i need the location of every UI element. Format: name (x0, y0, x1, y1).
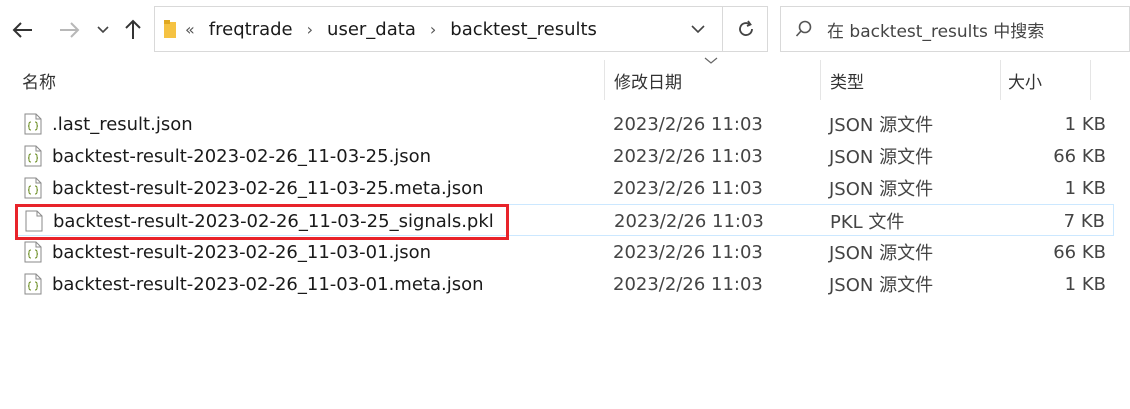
address-dropdown-icon[interactable] (680, 6, 716, 52)
breadcrumb-item-user-data[interactable]: user_data (327, 19, 416, 40)
file-row[interactable]: backtest-result-2023-02-26_11-03-25.meta… (16, 172, 1114, 204)
sort-chevron-icon (704, 54, 718, 68)
file-type: JSON 源文件 (829, 115, 934, 136)
file-type: PKL 文件 (830, 212, 905, 233)
file-modified-date: 2023/2/26 11:03 (613, 273, 763, 295)
file-size: 1 KB (1064, 177, 1106, 199)
json-file-icon (24, 145, 42, 167)
column-divider[interactable] (1090, 60, 1091, 100)
breadcrumb-separator[interactable]: › (307, 20, 313, 39)
file-name: backtest-result-2023-02-26_11-03-01.json (52, 241, 432, 263)
file-modified-date: 2023/2/26 11:03 (613, 113, 763, 135)
file-row[interactable]: backtest-result-2023-02-26_11-03-01.json… (16, 236, 1114, 268)
breadcrumb-separator[interactable]: › (430, 20, 436, 39)
json-file-icon (24, 273, 42, 295)
file-row[interactable]: .last_result.json 2023/2/26 11:03 JSON 源文件… (16, 108, 1114, 140)
file-type: JSON 源文件 (829, 275, 934, 296)
file-name: backtest-result-2023-02-26_11-03-01.meta… (52, 273, 484, 295)
breadcrumb-item-backtest-results[interactable]: backtest_results (450, 19, 597, 40)
file-size: 1 KB (1064, 273, 1106, 295)
arrow-up-icon[interactable] (118, 14, 148, 46)
file-size: 1 KB (1064, 113, 1106, 135)
file-row[interactable]: backtest-result-2023-02-26_11-03-25.json… (16, 140, 1114, 172)
file-name: backtest-result-2023-02-26_11-03-25.meta… (52, 177, 484, 199)
column-divider[interactable] (1000, 60, 1001, 100)
file-type: JSON 源文件 (829, 243, 934, 264)
file-modified-date: 2023/2/26 11:03 (613, 177, 763, 199)
json-file-icon (24, 241, 42, 263)
file-size: 66 KB (1053, 145, 1106, 167)
explorer-toolbar: « freqtrade › user_data › backtest_resul… (0, 0, 1130, 60)
file-modified-date: 2023/2/26 11:03 (613, 241, 763, 263)
file-name: backtest-result-2023-02-26_11-03-25.json (52, 145, 432, 167)
breadcrumb-overflow[interactable]: « (185, 20, 195, 39)
breadcrumb: « freqtrade › user_data › backtest_resul… (185, 7, 597, 51)
search-box[interactable]: 在 backtest_results 中搜索 (780, 6, 1130, 52)
arrow-left-icon[interactable] (8, 14, 38, 46)
column-name[interactable]: 名称 (22, 60, 56, 100)
file-type: JSON 源文件 (829, 147, 934, 168)
column-date[interactable]: 修改日期 (614, 60, 682, 100)
search-icon (781, 20, 827, 38)
chevron-down-icon[interactable] (88, 14, 118, 46)
arrow-right-icon[interactable] (54, 14, 84, 46)
json-file-icon (24, 113, 42, 135)
column-size[interactable]: 大小 (1008, 60, 1042, 100)
column-header: 名称 修改日期 类型 大小 (0, 60, 1130, 100)
refresh-icon[interactable] (722, 6, 768, 52)
file-modified-date: 2023/2/26 11:03 (613, 145, 763, 167)
file-modified-date: 2023/2/26 11:03 (614, 210, 764, 232)
file-row[interactable]: backtest-result-2023-02-26_11-03-01.meta… (16, 268, 1114, 300)
breadcrumb-item-freqtrade[interactable]: freqtrade (209, 19, 293, 40)
column-divider[interactable] (820, 60, 821, 100)
column-divider[interactable] (604, 60, 605, 100)
file-size: 66 KB (1053, 241, 1106, 263)
annotation-highlight-box (15, 204, 509, 240)
address-bar[interactable]: « freqtrade › user_data › backtest_resul… (154, 6, 768, 52)
column-type[interactable]: 类型 (830, 60, 864, 100)
file-type: JSON 源文件 (829, 179, 934, 200)
search-input[interactable]: 在 backtest_results 中搜索 (827, 17, 1044, 42)
file-size: 7 KB (1063, 210, 1105, 232)
folder-icon (164, 20, 176, 38)
file-name: .last_result.json (52, 113, 193, 135)
json-file-icon (24, 177, 42, 199)
